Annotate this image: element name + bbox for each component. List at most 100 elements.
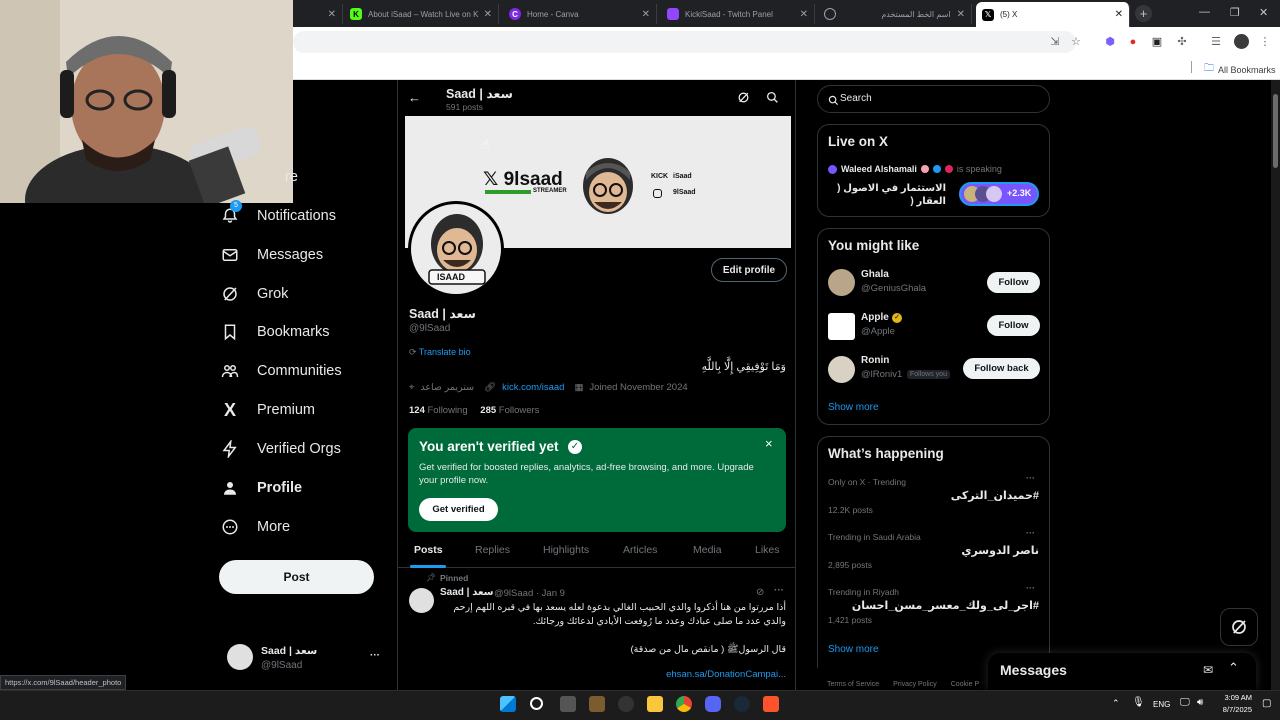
tab-likes[interactable]: Likes — [755, 544, 780, 556]
microphone-icon[interactable]: 🎙︎ — [1132, 697, 1145, 708]
search-box[interactable]: Search — [817, 85, 1050, 113]
post-author-name[interactable]: Saad | سعد — [440, 587, 494, 598]
pinned-post[interactable]: 📌︎ Pinned Saad | سعد @9lSaad · Jan 9 ⊘ ·… — [398, 570, 795, 690]
nav-item-more[interactable]: More — [219, 509, 290, 545]
extensions-puzzle-icon[interactable]: ✣ — [1175, 35, 1189, 49]
account-switcher[interactable]: Saad | سعد @9lSaad ··· — [225, 642, 385, 676]
browser-tab-x-active[interactable]: 𝕏 (5) X ✕ — [976, 2, 1130, 27]
new-tab-icon[interactable]: + — [1135, 5, 1152, 22]
opera-extension-icon[interactable]: ● — [1126, 35, 1140, 49]
tab-posts[interactable]: Posts — [414, 544, 443, 556]
back-arrow-icon[interactable]: ← — [408, 90, 421, 105]
profile-avatar-icon[interactable] — [1234, 34, 1249, 49]
clock-time[interactable]: 3:09 AM — [1218, 693, 1252, 702]
trend-topic[interactable]: ناصر الدوسري — [878, 544, 1039, 557]
tab-highlights[interactable]: Highlights — [543, 544, 589, 556]
tab-replies[interactable]: Replies — [475, 544, 510, 556]
get-verified-button[interactable]: Get verified — [419, 498, 498, 521]
nav-item-bookmarks[interactable]: Bookmarks — [219, 314, 330, 350]
new-message-icon[interactable]: ✉ — [1203, 663, 1213, 677]
live-space-title[interactable]: الاستثمار في الاصول ( العقار ( — [828, 182, 946, 208]
notification-center-icon[interactable]: ▢ — [1262, 698, 1271, 709]
more-options-icon[interactable]: ··· — [774, 585, 784, 596]
browser-tab-partial[interactable]: ✕ — [293, 4, 343, 24]
browser-tab-font[interactable]: اسم الخط المستخدم ✕ — [818, 4, 972, 24]
network-icon[interactable]: 🖵 — [1180, 697, 1190, 708]
app-icon[interactable] — [589, 696, 605, 712]
collapse-chevron-icon[interactable]: ⌃ — [1228, 660, 1239, 676]
nav-item-communities[interactable]: Communities — [219, 353, 342, 389]
grok-floating-button[interactable] — [1220, 608, 1258, 646]
live-listeners-pill[interactable]: +2.3K — [959, 182, 1039, 206]
all-bookmarks-button[interactable]: 🗀 All Bookmarks — [1204, 61, 1276, 78]
search-icon[interactable] — [766, 91, 779, 109]
bookmark-star-icon[interactable]: ☆ — [1069, 35, 1083, 49]
close-tab-icon[interactable]: ✕ — [642, 9, 650, 20]
brave-icon[interactable] — [763, 696, 779, 712]
following-link[interactable]: 124 Following — [409, 405, 468, 416]
tab-articles[interactable]: Articles — [623, 544, 657, 556]
nav-item-partial[interactable]: re — [285, 159, 298, 195]
follow-button[interactable]: Follow — [987, 272, 1040, 293]
nav-item-profile[interactable]: Profile — [219, 470, 302, 506]
input-language[interactable]: ENG — [1153, 700, 1170, 709]
extension-shield-icon[interactable]: ⬢ — [1103, 35, 1117, 49]
page-scrollbar[interactable] — [1271, 80, 1280, 690]
more-options-icon[interactable]: ··· — [370, 650, 380, 661]
close-icon[interactable]: × — [765, 436, 773, 451]
close-tab-icon[interactable]: ✕ — [484, 9, 492, 20]
task-view-icon[interactable] — [560, 696, 576, 712]
nav-item-premium[interactable]: X Premium — [219, 392, 315, 428]
footer-link[interactable]: Privacy Policy — [893, 681, 937, 688]
clock-date[interactable]: 8/7/2025 — [1216, 705, 1252, 714]
close-window-icon[interactable]: ✕ — [1259, 6, 1268, 19]
profile-website-link[interactable]: kick.com/isaad — [502, 382, 564, 393]
grok-analyze-icon[interactable] — [737, 91, 750, 109]
nav-item-notifications[interactable]: 5 Notifications — [219, 198, 336, 234]
follow-button[interactable]: Follow — [987, 315, 1040, 336]
windows-start-icon[interactable] — [500, 696, 516, 712]
nav-item-messages[interactable]: Messages — [219, 237, 323, 273]
suggested-user-name[interactable]: Ronin — [861, 355, 889, 366]
steam-icon[interactable] — [734, 696, 750, 712]
browser-tab-twitch-panel[interactable]: KickiSaad - Twitch Panel ✕ — [661, 4, 815, 24]
scrollbar-thumb[interactable] — [1273, 94, 1278, 168]
post-author-avatar[interactable] — [409, 588, 434, 613]
followers-link[interactable]: 285 Followers — [480, 405, 539, 416]
apple-logo-icon[interactable] — [828, 313, 855, 340]
chrome-icon[interactable] — [676, 696, 692, 712]
trend-topic[interactable]: #اجر_لی_ولك_معسر_مسن_احسان — [828, 599, 1039, 612]
tab-media[interactable]: Media — [693, 544, 722, 556]
discord-icon[interactable] — [705, 696, 721, 712]
grok-post-icon[interactable]: ⊘ — [756, 587, 764, 598]
post-link[interactable]: ehsan.sa/DonationCampai... — [598, 669, 786, 680]
post-button[interactable]: Post — [219, 560, 374, 594]
browser-tab-canva[interactable]: C Home - Canva ✕ — [503, 4, 657, 24]
profile-avatar[interactable]: ISAAD — [408, 201, 504, 297]
browser-tab-kick[interactable]: K About iSaad – Watch Live on K ✕ — [344, 4, 499, 24]
reading-list-icon[interactable]: ☰ — [1209, 35, 1223, 49]
show-more-link[interactable]: Show more — [828, 402, 879, 413]
more-options-icon[interactable]: ··· — [1026, 473, 1035, 483]
close-tab-icon[interactable]: ✕ — [1115, 9, 1123, 20]
trend-topic[interactable]: #حمیدان_الترکی — [878, 489, 1039, 502]
tray-chevron-icon[interactable]: ⌃ — [1112, 698, 1120, 709]
obs-icon[interactable] — [618, 696, 634, 712]
close-tab-icon[interactable]: ✕ — [328, 9, 336, 20]
install-app-icon[interactable]: ⇲ — [1048, 35, 1062, 49]
user-avatar[interactable] — [828, 356, 855, 383]
footer-link[interactable]: Terms of Service — [827, 681, 879, 688]
more-options-icon[interactable]: ··· — [1026, 583, 1035, 593]
suggested-user-name[interactable]: Apple — [861, 312, 889, 323]
volume-icon[interactable]: 🔊︎ — [1197, 697, 1203, 708]
follow-back-button[interactable]: Follow back — [963, 358, 1040, 379]
browser-menu-icon[interactable]: ⋮ — [1258, 35, 1272, 49]
nav-item-verified-orgs[interactable]: Verified Orgs — [219, 431, 341, 467]
minimize-window-icon[interactable]: — — [1199, 6, 1210, 18]
live-host-row[interactable]: Waleed Alshamali is speaking — [828, 164, 1002, 174]
more-options-icon[interactable]: ··· — [1026, 528, 1035, 538]
close-tab-icon[interactable]: ✕ — [800, 9, 808, 20]
extension-icon[interactable]: ▣ — [1150, 35, 1164, 49]
file-explorer-icon[interactable] — [647, 696, 663, 712]
show-more-link[interactable]: Show more — [828, 644, 879, 655]
